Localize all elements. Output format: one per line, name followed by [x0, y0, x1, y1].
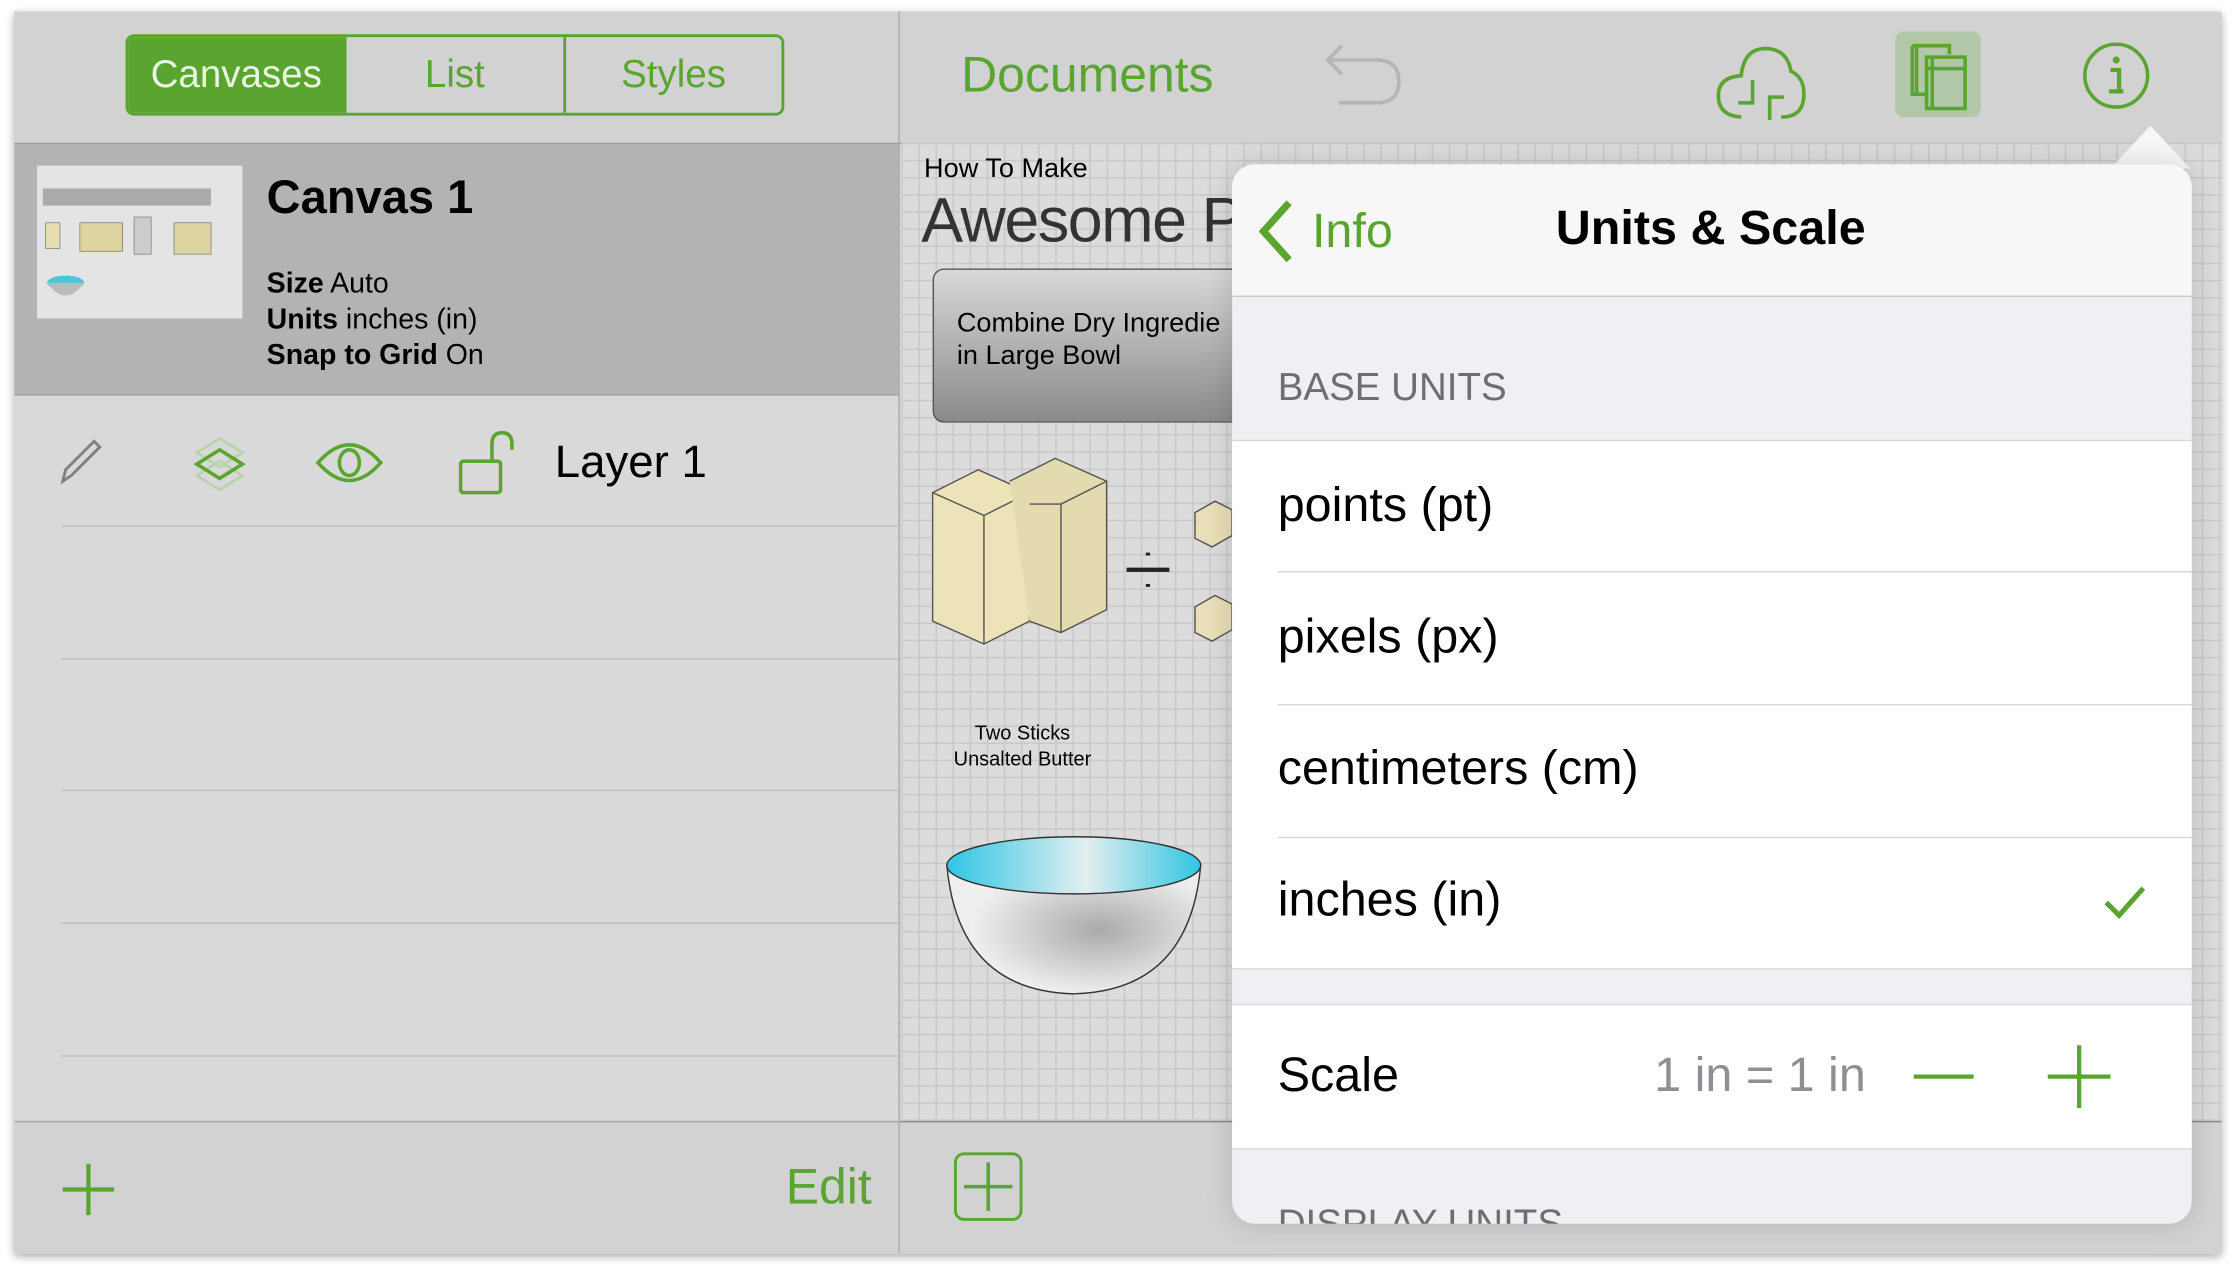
units-scale-popover: Info Units & Scale BASE UNITS points (pt… [1232, 164, 2192, 1224]
right-toolbar: Documents [899, 11, 2222, 145]
size-value: Auto [330, 268, 389, 300]
unit-option-inches[interactable]: inches (in) [1232, 838, 2192, 968]
snap-label: Snap to Grid [266, 339, 438, 372]
add-shape-icon[interactable] [953, 1151, 1024, 1222]
butter-caption: Two Sticks Unsalted Butter [944, 720, 1101, 771]
popover-title: Units & Scale [1555, 201, 1866, 256]
popover-header: Info Units & Scale [1232, 164, 2192, 298]
step-box[interactable]: Combine Dry Ingredie in Large Bowl [932, 268, 1275, 423]
canvas-details: Size Auto Units inches (in) Snap to Grid… [267, 267, 484, 374]
section-header-display-units: DISPLAY UNITS [1277, 1202, 1564, 1224]
units-label: Units [266, 304, 338, 336]
pencil-icon[interactable] [57, 436, 105, 487]
divider [898, 11, 900, 1254]
scale-decrease-button[interactable] [1911, 1048, 1977, 1105]
unit-label: inches (in) [1277, 872, 1502, 927]
tab-canvases[interactable]: Canvases [128, 37, 347, 113]
heading-small: How To Make [924, 154, 1088, 185]
bowl-shape [946, 836, 1202, 995]
unit-label: points (pt) [1277, 478, 1494, 533]
layers-icon[interactable] [191, 433, 248, 496]
unit-option-pixels[interactable]: pixels (px) [1232, 573, 2192, 704]
size-label: Size [266, 268, 324, 300]
app-window: Canvases List Styles Canvas 1 Size Auto … [14, 11, 2222, 1254]
unlock-icon[interactable] [456, 430, 527, 496]
chevron-left-icon [1258, 200, 1292, 263]
canvases-icon [1910, 43, 1967, 111]
left-toolbar: Canvases List Styles [14, 11, 899, 145]
layer-row[interactable]: Layer 1 [14, 396, 898, 526]
popover-arrow [2110, 125, 2191, 169]
caption-line-1: Two Sticks [974, 721, 1071, 744]
unit-label: centimeters (cm) [1277, 741, 1639, 796]
tab-list[interactable]: List [347, 37, 566, 113]
checkmark-icon [2104, 886, 2146, 919]
left-bottom-bar: Edit [14, 1120, 899, 1254]
eye-icon[interactable] [314, 438, 385, 487]
documents-button[interactable]: Documents [961, 47, 1213, 104]
edit-button[interactable]: Edit [786, 1159, 872, 1216]
units-value: inches (in) [345, 304, 478, 336]
info-icon[interactable] [2081, 40, 2152, 111]
scale-value: 1 in = 1 in [1654, 1048, 1866, 1103]
snap-value: On [445, 339, 484, 372]
canvas-list-item[interactable]: Canvas 1 Size Auto Units inches (in) Sna… [14, 144, 899, 396]
scale-label: Scale [1277, 1048, 1400, 1103]
tab-styles[interactable]: Styles [566, 37, 782, 113]
canvas-title: Canvas 1 [266, 169, 474, 223]
unit-option-centimeters[interactable]: centimeters (cm) [1232, 705, 2192, 836]
units-list: points (pt) pixels (px) centimeters (cm)… [1232, 439, 2192, 970]
undo-icon[interactable] [1322, 40, 1408, 109]
canvases-button[interactable] [1895, 31, 1981, 118]
section-header-base-units: BASE UNITS [1277, 365, 1507, 409]
butter-shapes [931, 457, 1233, 645]
scale-increase-button[interactable] [2045, 1042, 2113, 1111]
unit-option-points[interactable]: points (pt) [1232, 441, 2192, 572]
view-segmented-control: Canvases List Styles [125, 34, 785, 116]
back-button[interactable]: Info [1255, 198, 1393, 264]
canvas-thumbnail [37, 165, 243, 319]
unit-label: pixels (px) [1277, 609, 1499, 664]
layer-name[interactable]: Layer 1 [555, 436, 707, 489]
back-label: Info [1311, 203, 1393, 258]
plus-icon[interactable] [60, 1161, 117, 1218]
cloud-sync-icon[interactable] [1713, 37, 1807, 123]
heading-large: Awesome P [921, 185, 1243, 256]
caption-line-2: Unsalted Butter [953, 746, 1092, 770]
scale-row: Scale 1 in = 1 in [1232, 1003, 2192, 1150]
thumbnail-image [42, 188, 212, 296]
